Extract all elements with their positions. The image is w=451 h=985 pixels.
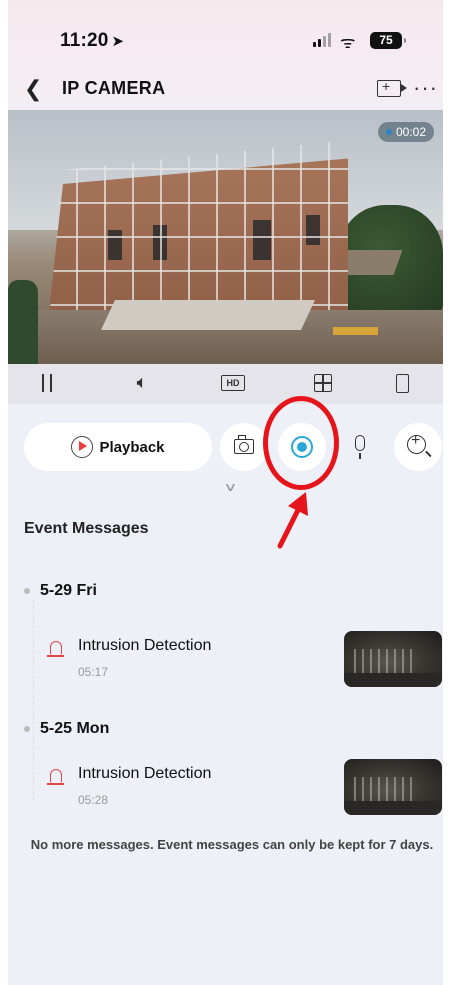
- date-header: 5-25 Mon: [24, 720, 109, 738]
- recording-timer: 00:02: [377, 122, 434, 142]
- record-button[interactable]: [278, 423, 326, 471]
- snapshot-button[interactable]: [220, 423, 268, 471]
- status-time: 11:20 ➤: [60, 30, 125, 51]
- event-name: Intrusion Detection: [78, 765, 212, 782]
- live-video-view[interactable]: 00:02: [8, 110, 443, 364]
- chevron-down-icon[interactable]: ∨: [223, 480, 237, 494]
- playback-label: Playback: [99, 438, 165, 456]
- status-bar: 11:20 ➤ ᯤ 75: [8, 28, 443, 54]
- alarm-bell-icon: [47, 641, 64, 657]
- timeline-dot: [24, 725, 30, 732]
- pause-icon[interactable]: [40, 372, 54, 396]
- timeline-dot: [24, 587, 30, 594]
- event-list-item[interactable]: Intrusion Detection 05:28: [8, 759, 443, 825]
- player-controls-bar: 🔈︎ HD: [8, 364, 443, 404]
- retention-notice: No more messages. Event messages can onl…: [30, 837, 434, 852]
- event-messages-heading: Event Messages: [24, 520, 149, 537]
- fullscreen-rotate-icon[interactable]: [396, 372, 414, 396]
- video-tree-left: [8, 280, 38, 364]
- speaker-icon[interactable]: 🔈︎: [128, 372, 156, 396]
- location-arrow-icon: ➤: [111, 33, 125, 50]
- event-time: 05:28: [78, 793, 109, 807]
- cellular-signal-icon: [313, 33, 333, 47]
- top-nav-bar: ❮ IP CAMERA ···: [8, 72, 443, 106]
- alarm-bell-icon: [47, 769, 64, 785]
- video-plank: [333, 327, 378, 335]
- wifi-icon: ᯤ: [340, 33, 356, 52]
- zoom-in-icon: [407, 432, 426, 454]
- app-screen: 11:20➤ ᯤ 75 ❮ IP CAMERA ··· 00:02 🔈︎ HD: [8, 0, 443, 985]
- video-slab: [101, 300, 315, 330]
- hd-quality-icon[interactable]: HD: [221, 372, 245, 396]
- event-thumbnail[interactable]: [344, 759, 442, 815]
- battery-indicator: 75: [370, 32, 406, 49]
- camera-icon: [234, 435, 254, 454]
- record-icon: [291, 436, 313, 458]
- zoom-button[interactable]: [394, 423, 442, 471]
- event-thumbnail[interactable]: [344, 631, 442, 687]
- action-row: Playback: [8, 420, 443, 474]
- event-name: Intrusion Detection: [78, 637, 212, 654]
- microphone-icon: [355, 435, 365, 459]
- multi-view-grid-icon[interactable]: [314, 372, 334, 396]
- add-video-icon[interactable]: [377, 78, 407, 97]
- back-chevron-icon[interactable]: ❮: [24, 76, 42, 102]
- talk-button[interactable]: [336, 423, 384, 471]
- page-title: IP CAMERA: [62, 78, 166, 98]
- playback-icon: [71, 436, 94, 458]
- event-list-item[interactable]: Intrusion Detection 05:17: [8, 631, 443, 697]
- event-time: 05:17: [78, 665, 109, 679]
- date-header: 5-29 Fri: [24, 582, 97, 600]
- playback-button[interactable]: Playback: [24, 423, 212, 471]
- annotation-arrow: [277, 492, 308, 549]
- more-options-icon[interactable]: ···: [413, 75, 438, 101]
